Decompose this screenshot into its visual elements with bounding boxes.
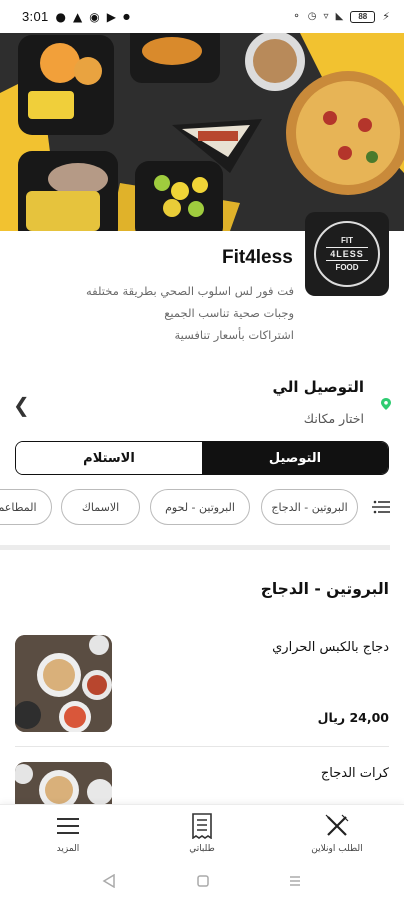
nav-order-online[interactable]: الطلب اونلاين bbox=[297, 813, 377, 854]
nav-more[interactable]: المزيد bbox=[28, 813, 108, 854]
chip-fish[interactable]: الاسماك bbox=[61, 489, 140, 525]
cover-image bbox=[0, 33, 404, 231]
back-icon[interactable] bbox=[102, 874, 116, 888]
wifi-icon: ▿ bbox=[323, 11, 329, 22]
utensils-icon bbox=[325, 814, 349, 836]
restaurant-description-line-1: فت فور لس اسلوب الصحي بطريقة مختلفه bbox=[86, 284, 294, 298]
messenger-icon: ◉ bbox=[89, 9, 100, 24]
chip-restaurants[interactable]: المطاعم bbox=[0, 489, 52, 525]
chevron-left-icon[interactable]: ❮ bbox=[13, 393, 30, 417]
nav-order-online-label: الطلب اونلاين bbox=[311, 844, 363, 854]
status-time: 3:01 bbox=[22, 9, 49, 24]
menu-item-image bbox=[15, 635, 112, 732]
nav-more-label: المزيد bbox=[56, 844, 80, 854]
tab-pickup[interactable]: الاستلام bbox=[16, 442, 202, 474]
key-icon: ⚬ bbox=[292, 11, 301, 22]
section-title: البروتين - الدجاج bbox=[260, 580, 389, 598]
section-divider bbox=[0, 545, 390, 550]
charging-icon: ⚡ bbox=[382, 10, 390, 23]
dot-icon: ● bbox=[122, 12, 130, 21]
item-divider bbox=[15, 746, 389, 747]
snapchat-icon: ▲ bbox=[73, 9, 83, 24]
cover-food-illustration bbox=[0, 33, 404, 231]
restaurant-description-line-3: اشتراكات بأسعار تنافسية bbox=[174, 328, 294, 342]
battery-icon: 88 bbox=[350, 10, 376, 23]
bottom-nav: المزيد طلباتي الطلب اونلاين bbox=[0, 804, 404, 866]
location-pin-icon bbox=[381, 398, 391, 410]
delivery-title: التوصيل الي bbox=[272, 378, 364, 396]
receipt-icon bbox=[192, 813, 212, 839]
restaurant-logo: FIT 4LESS FOOD bbox=[305, 212, 389, 296]
order-mode-toggle[interactable]: الاستلام التوصيل bbox=[15, 441, 389, 475]
notification-icon: ● bbox=[55, 9, 66, 24]
logo-text-mid: 4LESS bbox=[326, 247, 368, 261]
youtube-icon: ▶ bbox=[106, 9, 116, 24]
chip-protein-meat[interactable]: البروتين - لحوم bbox=[150, 489, 250, 525]
menu-item-name: كرات الدجاج bbox=[320, 766, 389, 781]
nav-orders[interactable]: طلباتي bbox=[162, 813, 242, 854]
restaurant-name: Fit4less bbox=[222, 247, 293, 268]
menu-icon bbox=[57, 818, 79, 834]
menu-item-price: 24,00 ريال bbox=[317, 710, 389, 725]
status-bar: 3:01 ● ▲ ◉ ▶ ● ⚬ ◷ ▿ ◣ 88 ⚡ bbox=[0, 0, 404, 33]
recents-icon[interactable] bbox=[288, 874, 302, 888]
delivery-subtitle: اختار مكانك bbox=[303, 411, 364, 426]
category-chips: البروتين - الدجاج البروتين - لحوم الاسما… bbox=[0, 489, 404, 527]
home-icon[interactable] bbox=[196, 874, 210, 888]
logo-text-top: FIT bbox=[341, 236, 353, 245]
menu-item-name: دجاج بالكبس الحراري bbox=[272, 640, 389, 655]
system-navigation-bar bbox=[0, 866, 404, 900]
chip-protein-chicken[interactable]: البروتين - الدجاج bbox=[261, 489, 358, 525]
nav-orders-label: طلباتي bbox=[189, 844, 215, 854]
menu-item-image bbox=[15, 762, 112, 804]
alarm-icon: ◷ bbox=[307, 11, 317, 22]
signal-icon: ◣ bbox=[335, 11, 344, 22]
restaurant-description-line-2: وجبات صحية تناسب الجميع bbox=[164, 306, 294, 320]
filter-icon[interactable] bbox=[372, 499, 390, 515]
tab-delivery[interactable]: التوصيل bbox=[202, 442, 388, 474]
logo-text-bottom: FOOD bbox=[335, 263, 359, 272]
